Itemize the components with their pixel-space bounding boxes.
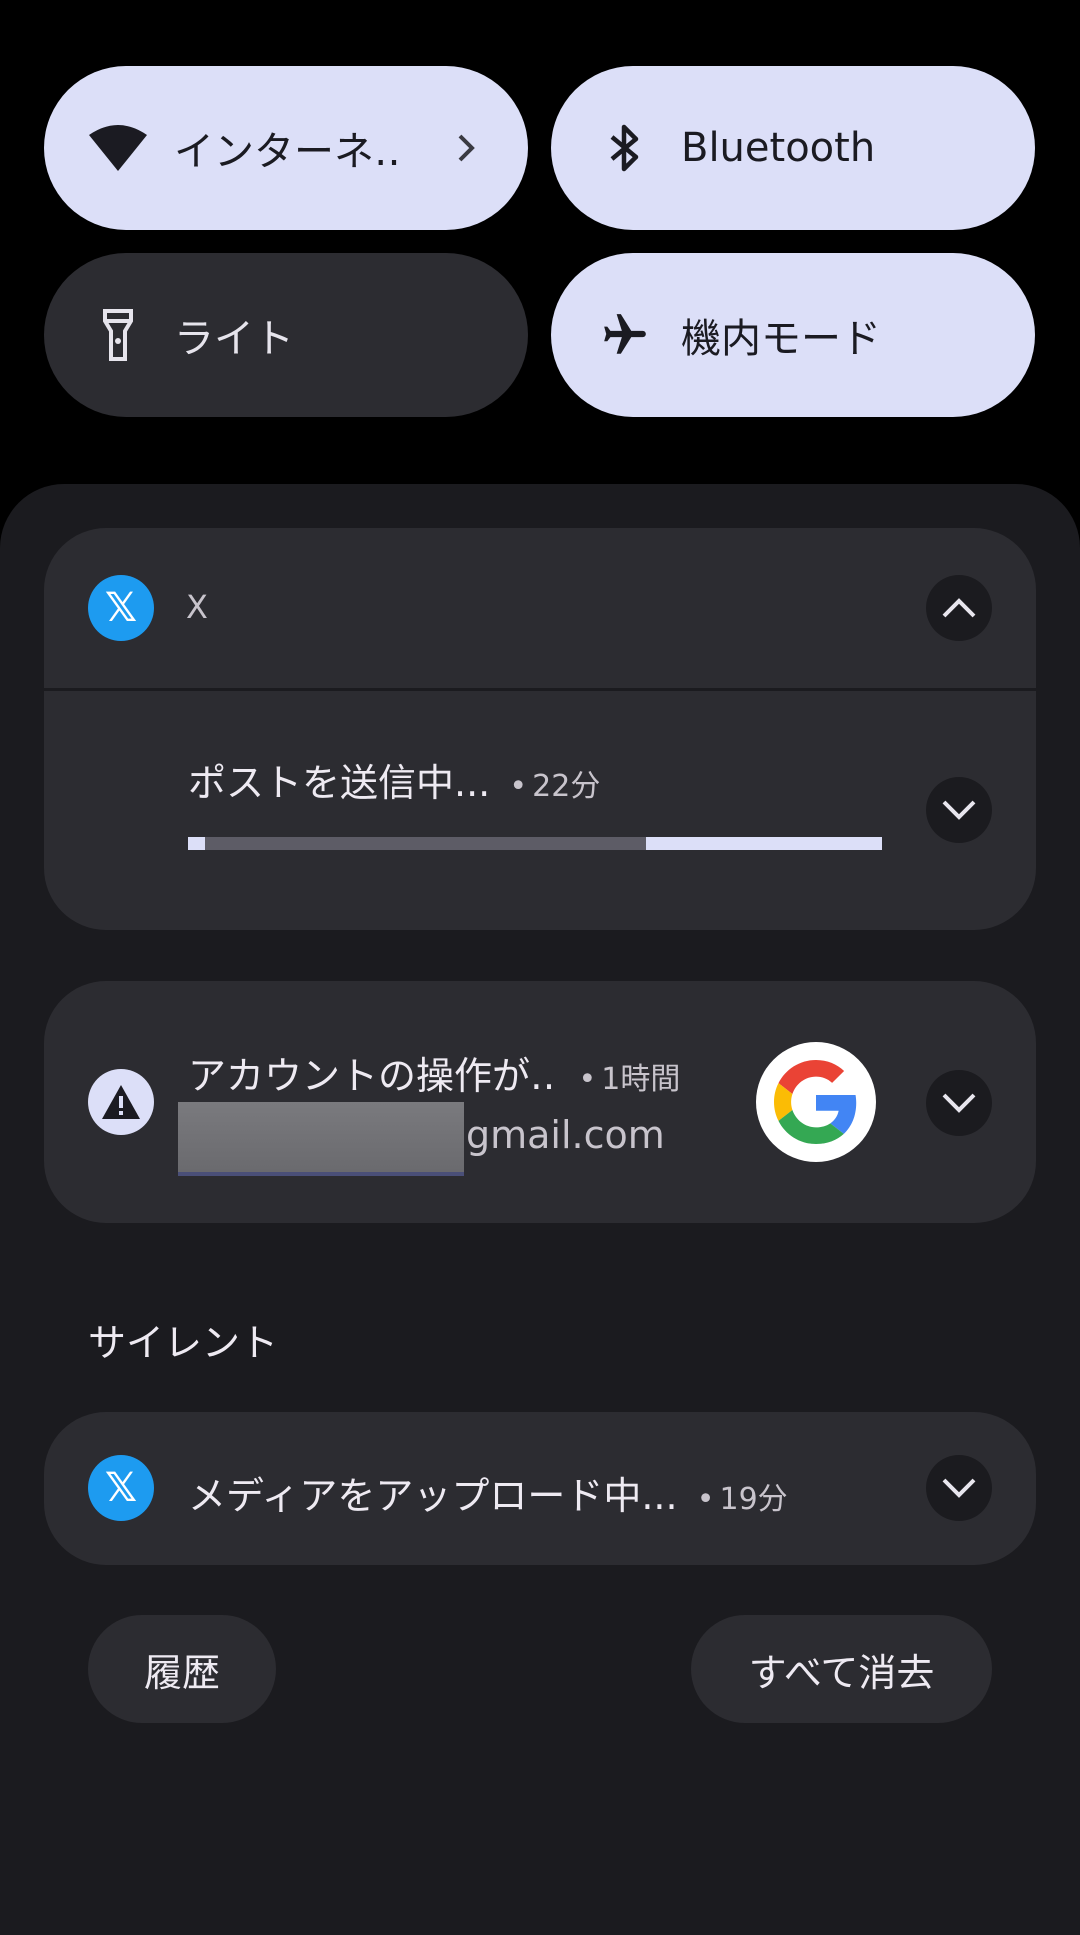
tile-flashlight[interactable]: ライト <box>44 253 528 417</box>
tile-flashlight-label: ライト <box>174 316 294 362</box>
chevron-right-icon[interactable] <box>446 128 486 168</box>
x-post-sending-notification[interactable] <box>44 691 1036 930</box>
upload-progress-bar <box>188 837 882 850</box>
flashlight-icon <box>86 303 150 367</box>
warning-icon <box>88 1069 154 1135</box>
x-logo-icon: 𝕏 <box>88 1455 154 1521</box>
tile-airplane-label: 機内モード <box>681 316 881 362</box>
chevron-down-icon <box>942 1478 976 1498</box>
history-button[interactable]: 履歴 <box>88 1615 276 1723</box>
tile-bluetooth-label: Bluetooth <box>681 125 876 171</box>
silent-title-row: メディアをアップロード中... • 19分 <box>188 1474 788 1518</box>
x-post-title-row: ポストを送信中... • 22分 <box>188 761 601 805</box>
silent-section-header: サイレント <box>88 1321 279 1365</box>
tile-bluetooth[interactable]: Bluetooth <box>551 66 1035 230</box>
tile-airplane-mode[interactable]: 機内モード <box>551 253 1035 417</box>
bluetooth-icon <box>593 116 657 180</box>
progress-fill <box>188 837 206 850</box>
x-app-name: X <box>186 588 208 626</box>
x-logo-icon: 𝕏 <box>88 575 154 641</box>
chevron-up-icon <box>942 598 976 618</box>
progress-buffer <box>646 837 882 850</box>
wifi-icon <box>86 116 150 180</box>
google-logo <box>756 1042 876 1162</box>
tile-internet-label: インターネ‥ <box>174 129 401 175</box>
notification-time: 1時間 <box>601 1062 681 1097</box>
airplane-icon <box>593 303 657 367</box>
email-suffix: gmail.com <box>466 1113 665 1157</box>
chevron-down-icon <box>942 800 976 820</box>
google-title-row: アカウントの操作が‥ • 1時間 <box>188 1054 681 1098</box>
expand-button[interactable] <box>926 1455 992 1521</box>
chevron-down-icon <box>942 1093 976 1113</box>
notification-title: アカウントの操作が‥ <box>188 1054 556 1098</box>
notification-time: 22分 <box>532 769 601 804</box>
notification-title: メディアをアップロード中... <box>188 1474 678 1518</box>
notification-title: ポストを送信中... <box>188 761 491 805</box>
redacted-email <box>178 1102 464 1176</box>
clear-all-button[interactable]: すべて消去 <box>691 1615 992 1723</box>
collapse-button[interactable] <box>926 575 992 641</box>
expand-button[interactable] <box>926 1070 992 1136</box>
expand-button[interactable] <box>926 777 992 843</box>
tile-internet[interactable]: インターネ‥ <box>44 66 528 230</box>
notification-time: 19分 <box>719 1482 788 1517</box>
